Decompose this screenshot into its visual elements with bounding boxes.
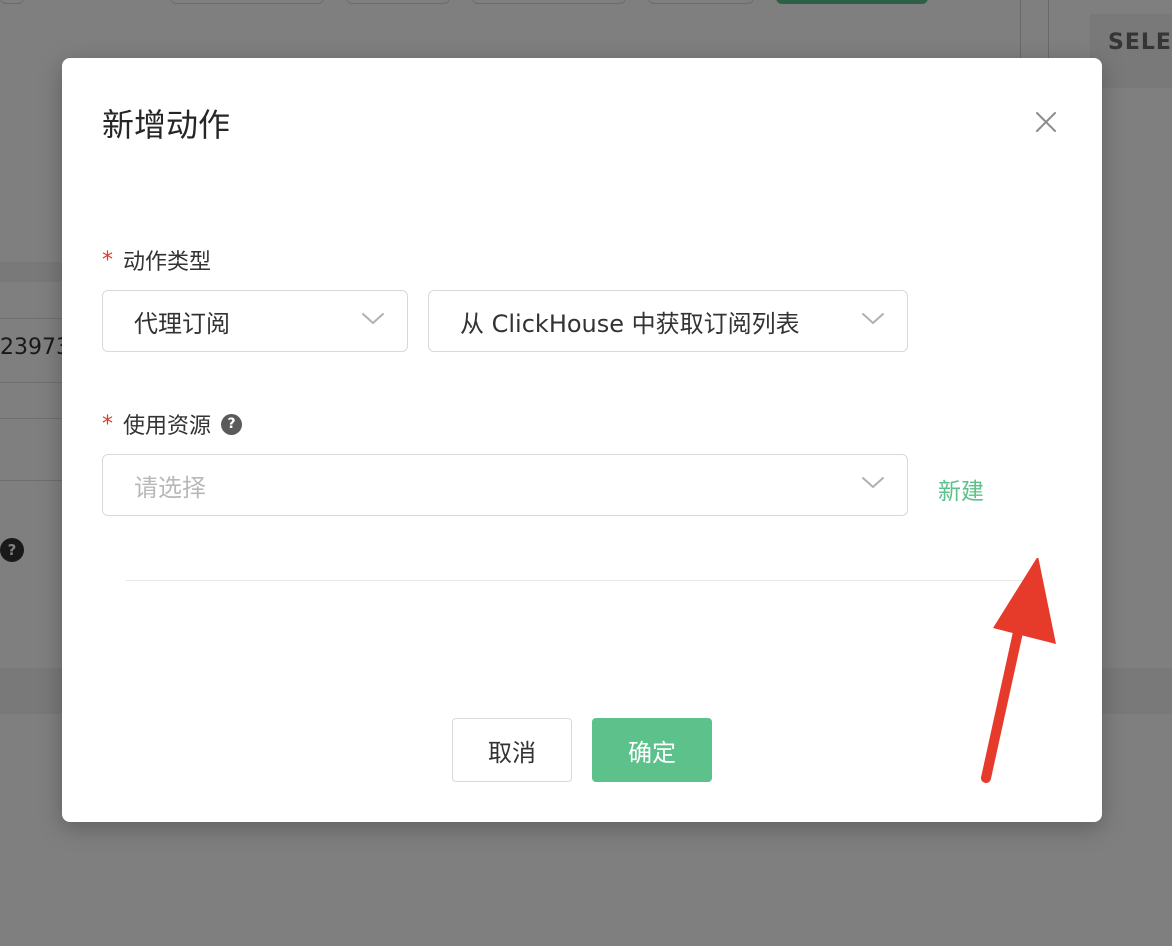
action-type-value: 代理订阅 [134,309,230,338]
resource-placeholder: 请选择 [134,473,206,502]
required-mark: * [102,247,113,273]
action-subtype-value: 从 ClickHouse 中获取订阅列表 [460,309,800,338]
resource-select[interactable]: 请选择 [102,454,908,516]
chevron-down-icon [862,313,884,324]
required-mark: * [102,411,113,437]
new-action-dialog: 新增动作 * 动作类型 代理订阅 从 ClickHouse 中获取订阅列表 * … [62,58,1102,822]
divider [126,580,1038,581]
annotation-arrow-icon [981,558,1056,783]
action-subtype-select[interactable]: 从 ClickHouse 中获取订阅列表 [428,290,908,352]
cancel-button[interactable]: 取消 [452,718,572,782]
chevron-down-icon [362,313,384,324]
action-type-label-text: 动作类型 [123,250,212,275]
help-icon[interactable]: ? [221,413,243,435]
dialog-title: 新增动作 [102,106,231,144]
new-resource-link[interactable]: 新建 [938,472,984,506]
action-type-label: * 动作类型 [102,244,211,276]
resource-label: * 使用资源 ? [102,408,243,440]
close-icon[interactable] [1034,110,1058,134]
action-type-select[interactable]: 代理订阅 [102,290,408,352]
resource-label-text: 使用资源 [123,414,212,439]
confirm-button[interactable]: 确定 [592,718,712,782]
chevron-down-icon [862,477,884,488]
